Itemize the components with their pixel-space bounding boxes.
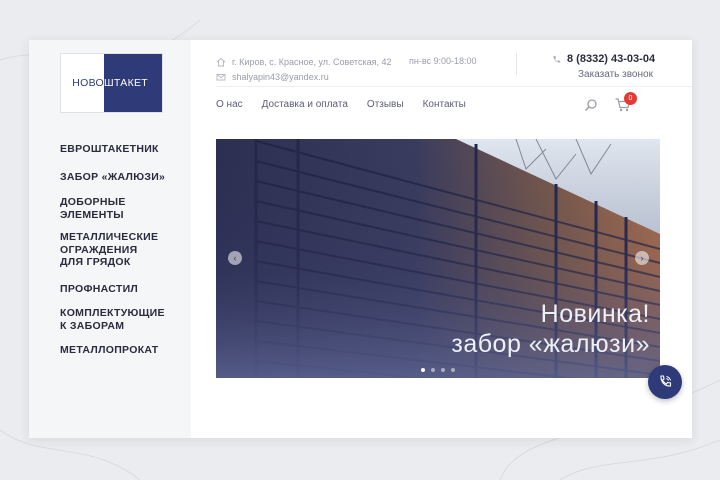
slider-next-button[interactable]: › xyxy=(635,251,649,265)
sidebar-item-evroshtaketnik[interactable]: ЕВРОШТАКЕТНИК xyxy=(60,143,185,156)
hero-slider: Новинка! забор «жалюзи» ‹ › xyxy=(216,139,660,378)
sidebar-item-metalloprokat[interactable]: МЕТАЛЛОПРОКАТ xyxy=(60,344,185,357)
slide-caption: Новинка! забор «жалюзи» xyxy=(451,299,650,359)
phone-number[interactable]: 8 (8332) 43-03-04 xyxy=(552,53,655,65)
slider-dot[interactable] xyxy=(421,368,425,372)
logo[interactable]: НОВО ШТАКЕТ xyxy=(60,53,163,113)
call-button[interactable] xyxy=(648,365,682,399)
sidebar-item-zabor-zhalyuzi[interactable]: ЗАБОР «ЖАЛЮЗИ» xyxy=(60,171,185,184)
top-nav: О нас Доставка и оплата Отзывы Контакты xyxy=(216,99,485,110)
callback-link[interactable]: Заказать звонок xyxy=(578,69,653,80)
slider-dot[interactable] xyxy=(431,368,435,372)
search-icon[interactable] xyxy=(584,98,598,112)
home-icon xyxy=(216,57,226,67)
sidebar-item-dobornye-elementy[interactable]: ДОБОРНЫЕ ЭЛЕМЕНТЫ xyxy=(60,196,145,221)
slider-dot[interactable] xyxy=(441,368,445,372)
contact-info: г. Киров, с. Красное, ул. Советская, 42 … xyxy=(216,55,391,84)
slider-dots xyxy=(421,368,461,372)
work-hours: пн-вс 9:00-18:00 xyxy=(409,56,477,66)
divider xyxy=(516,53,517,75)
email-link[interactable]: shalyapin43@yandex.ru xyxy=(232,72,329,82)
site-card: НОВО ШТАКЕТ ЕВРОШТАКЕТНИК ЗАБОР «ЖАЛЮЗИ»… xyxy=(29,40,692,438)
slider-dot[interactable] xyxy=(451,368,455,372)
logo-text-part2: ШТАКЕТ xyxy=(104,77,149,89)
sidebar-item-profnastil[interactable]: ПРОФНАСТИЛ xyxy=(60,283,185,296)
sidebar-item-komplektuyushchie[interactable]: КОМПЛЕКТУЮЩИЕ К ЗАБОРАМ xyxy=(60,307,165,332)
phone-call-icon xyxy=(660,375,672,387)
nav-item-reviews[interactable]: Отзывы xyxy=(367,99,404,110)
header-divider xyxy=(216,86,692,87)
phone-text: 8 (8332) 43-03-04 xyxy=(567,53,656,65)
slider-prev-button[interactable]: ‹ xyxy=(228,251,242,265)
sidebar-item-metallicheskie-ograzhdeniya[interactable]: МЕТАЛЛИЧЕСКИЕ ОГРАЖДЕНИЯ ДЛЯ ГРЯДОК xyxy=(60,231,158,269)
sidebar: НОВО ШТАКЕТ ЕВРОШТАКЕТНИК ЗАБОР «ЖАЛЮЗИ»… xyxy=(29,40,191,438)
logo-text-part1: НОВО xyxy=(72,77,104,89)
phone-icon xyxy=(553,55,561,63)
nav-item-delivery[interactable]: Доставка и оплата xyxy=(262,99,348,110)
address-text: г. Киров, с. Красное, ул. Советская, 42 xyxy=(232,57,392,67)
nav-item-contacts[interactable]: Контакты xyxy=(423,99,466,110)
cart-count-badge: 0 xyxy=(624,92,637,105)
nav-item-about[interactable]: О нас xyxy=(216,99,243,110)
slide-caption-line2: забор «жалюзи» xyxy=(451,330,650,358)
catalog-menu: ЕВРОШТАКЕТНИК ЗАБОР «ЖАЛЮЗИ» ДОБОРНЫЕ ЭЛ… xyxy=(60,143,185,357)
mail-icon xyxy=(216,74,226,81)
main-area: г. Киров, с. Красное, ул. Советская, 42 … xyxy=(191,40,692,438)
slide-caption-line1: Новинка! xyxy=(540,300,650,328)
